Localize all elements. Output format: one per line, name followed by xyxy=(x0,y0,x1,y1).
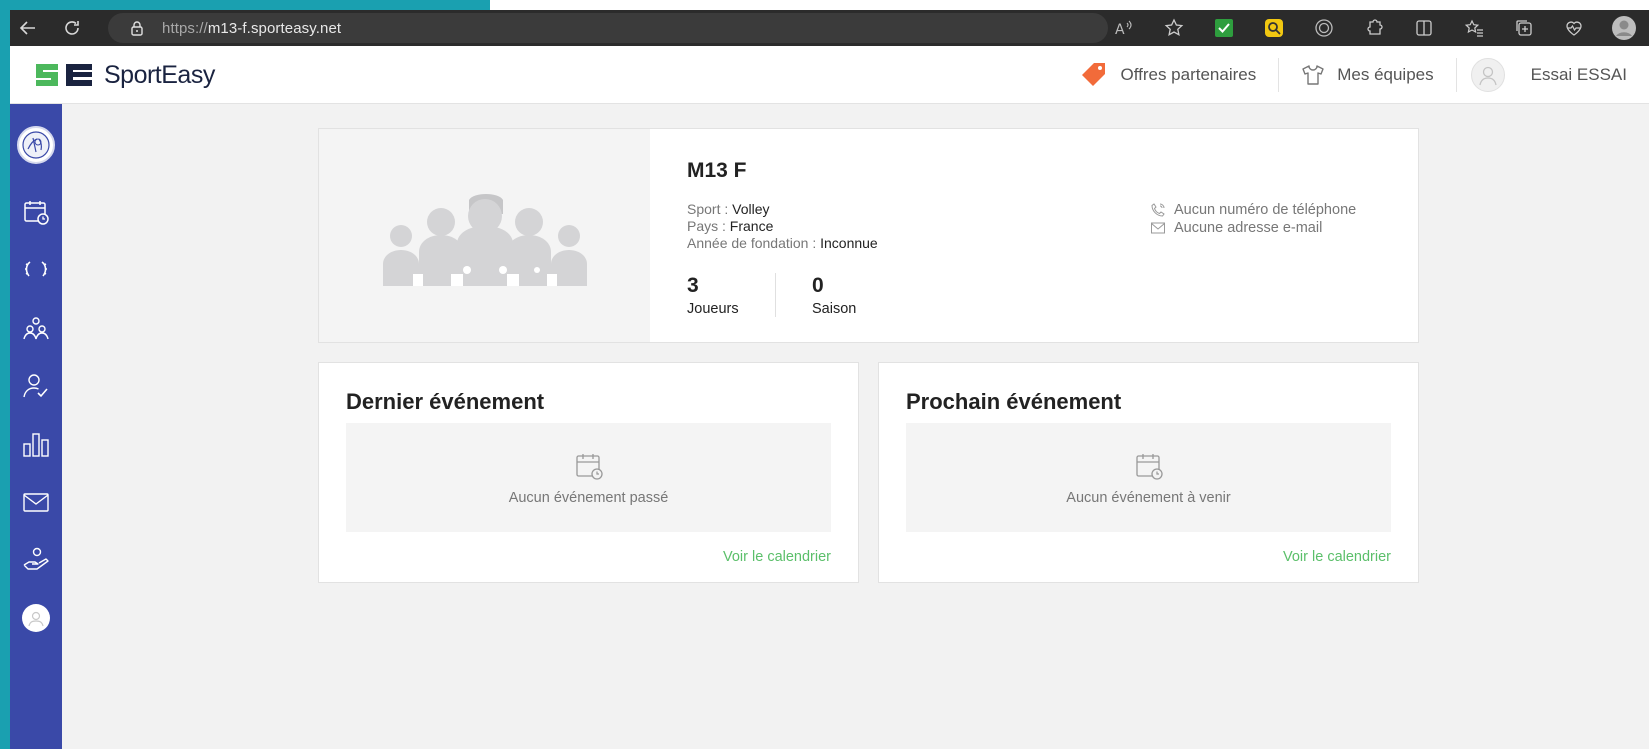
mail-icon xyxy=(23,493,49,512)
team-photo-placeholder[interactable] xyxy=(319,129,650,342)
search-extension-icon[interactable] xyxy=(1249,10,1299,46)
seasons-stat[interactable]: 0 Saison xyxy=(775,273,895,317)
team-members-icon xyxy=(23,317,49,340)
sidebar-item-messages[interactable] xyxy=(10,482,62,522)
desktop-background-top xyxy=(0,0,490,10)
split-screen-icon[interactable] xyxy=(1399,10,1449,46)
team-country-row: Pays : France xyxy=(687,218,878,235)
collections-icon[interactable] xyxy=(1499,10,1549,46)
favorites-list-icon[interactable] xyxy=(1449,10,1499,46)
next-event-calendar-link[interactable]: Voir le calendrier xyxy=(1283,549,1391,565)
browser-health-icon[interactable] xyxy=(1549,10,1599,46)
desktop-background-left xyxy=(0,0,10,749)
last-event-title: Dernier événement xyxy=(346,389,545,414)
sidebar-item-calendar[interactable] xyxy=(10,192,62,232)
phone-row: Aucun numéro de téléphone xyxy=(1151,201,1356,219)
country-label: Pays : xyxy=(687,218,730,234)
reload-button[interactable] xyxy=(54,10,90,46)
team-info-card: M13 F Sport : Volley Pays : France Année… xyxy=(318,128,1419,343)
email-text: Aucune adresse e-mail xyxy=(1174,220,1323,236)
next-event-title: Prochain événement xyxy=(906,389,1122,414)
players-count: 3 xyxy=(687,274,699,297)
team-badge-icon xyxy=(17,126,55,164)
country-value: France xyxy=(729,218,774,234)
sidebar-item-sponsors[interactable] xyxy=(10,540,62,580)
sport-value: Volley xyxy=(732,201,770,217)
sidebar-item-profile[interactable] xyxy=(10,598,62,638)
main-content: M13 F Sport : Volley Pays : France Année… xyxy=(62,104,1649,749)
sidebar-item-stats[interactable] xyxy=(10,424,62,464)
team-group-placeholder-icon xyxy=(382,193,587,286)
left-sidebar xyxy=(10,104,62,749)
back-button[interactable] xyxy=(10,10,46,46)
sporteasy-logo-mark xyxy=(34,60,94,90)
last-event-calendar-link[interactable]: Voir le calendrier xyxy=(723,549,831,565)
price-tag-icon xyxy=(1080,61,1108,89)
players-label: Joueurs xyxy=(687,301,739,317)
seasons-label: Saison xyxy=(812,301,857,317)
sidebar-item-members[interactable] xyxy=(10,308,62,348)
my-teams-link[interactable]: Mes équipes xyxy=(1279,46,1455,104)
team-stats: 3 Joueurs 0 Saison xyxy=(687,273,895,317)
email-row: Aucune adresse e-mail xyxy=(1151,219,1356,237)
user-avatar-icon xyxy=(1470,58,1505,92)
sidebar-item-team[interactable] xyxy=(10,122,62,168)
browser-toolbar: https://m13-f.sporteasy.net A xyxy=(10,10,1649,46)
favorite-star-icon[interactable] xyxy=(1149,10,1199,46)
my-teams-label: Mes équipes xyxy=(1337,65,1434,84)
app-header: SportEasy Offres partenaires Mes équipes… xyxy=(10,46,1649,104)
sport-label: Sport : xyxy=(687,201,733,217)
lock-icon[interactable] xyxy=(128,19,146,37)
next-event-empty-state: Aucun événement à venir xyxy=(906,423,1391,532)
phone-text: Aucun numéro de téléphone xyxy=(1174,202,1357,218)
team-name: M13 F xyxy=(687,159,747,182)
brand-name: SportEasy xyxy=(104,60,215,89)
last-event-empty-text: Aucun événement passé xyxy=(508,490,669,506)
team-founded-row: Année de fondation : Inconnue xyxy=(687,235,878,252)
founded-label: Année de fondation : xyxy=(687,235,821,251)
founded-value: Inconnue xyxy=(820,235,878,251)
attendance-icon xyxy=(23,374,48,398)
team-sport-row: Sport : Volley xyxy=(687,201,878,218)
seasons-count: 0 xyxy=(812,274,824,297)
calendar-clock-icon xyxy=(1134,451,1164,486)
trophy-laurel-icon xyxy=(25,261,47,277)
svg-text:A: A xyxy=(1115,22,1125,37)
profile-icon xyxy=(22,604,50,632)
read-aloud-icon[interactable]: A xyxy=(1099,10,1149,46)
browser-profile-icon[interactable] xyxy=(1599,10,1649,46)
partner-offers-label: Offres partenaires xyxy=(1120,65,1257,84)
tracking-prevention-icon[interactable] xyxy=(1299,10,1349,46)
team-contact: Aucun numéro de téléphone Aucune adresse… xyxy=(1151,201,1356,237)
sponsors-icon xyxy=(23,547,49,570)
last-event-card: Dernier événement Aucun événement passé … xyxy=(318,362,859,583)
reload-icon xyxy=(65,21,79,35)
sidebar-item-competitions[interactable] xyxy=(10,250,62,290)
extensions-puzzle-icon[interactable] xyxy=(1349,10,1399,46)
arrow-left-icon xyxy=(19,21,35,35)
last-event-empty-state: Aucun événement passé xyxy=(346,423,831,532)
user-menu[interactable]: Essai ESSAI xyxy=(1457,46,1649,104)
jersey-icon xyxy=(1301,63,1325,87)
calendar-icon xyxy=(24,201,49,225)
url-text: https://m13-f.sporteasy.net xyxy=(162,19,342,37)
checkmark-extension-icon[interactable] xyxy=(1199,10,1249,46)
team-details: Sport : Volley Pays : France Année de fo… xyxy=(687,201,878,252)
user-name: Essai ESSAI xyxy=(1530,65,1627,84)
next-event-empty-text: Aucun événement à venir xyxy=(1066,490,1231,506)
sporteasy-logo[interactable]: SportEasy xyxy=(34,60,215,90)
phone-icon xyxy=(1151,203,1167,217)
stats-icon xyxy=(23,433,49,457)
partner-offers-link[interactable]: Offres partenaires xyxy=(1058,46,1278,104)
sidebar-item-attendance[interactable] xyxy=(10,366,62,406)
next-event-card: Prochain événement Aucun événement à ven… xyxy=(878,362,1419,583)
address-bar[interactable]: https://m13-f.sporteasy.net xyxy=(108,13,1108,43)
email-icon xyxy=(1151,222,1167,234)
calendar-clock-icon xyxy=(574,451,604,486)
players-stat[interactable]: 3 Joueurs xyxy=(687,273,775,317)
